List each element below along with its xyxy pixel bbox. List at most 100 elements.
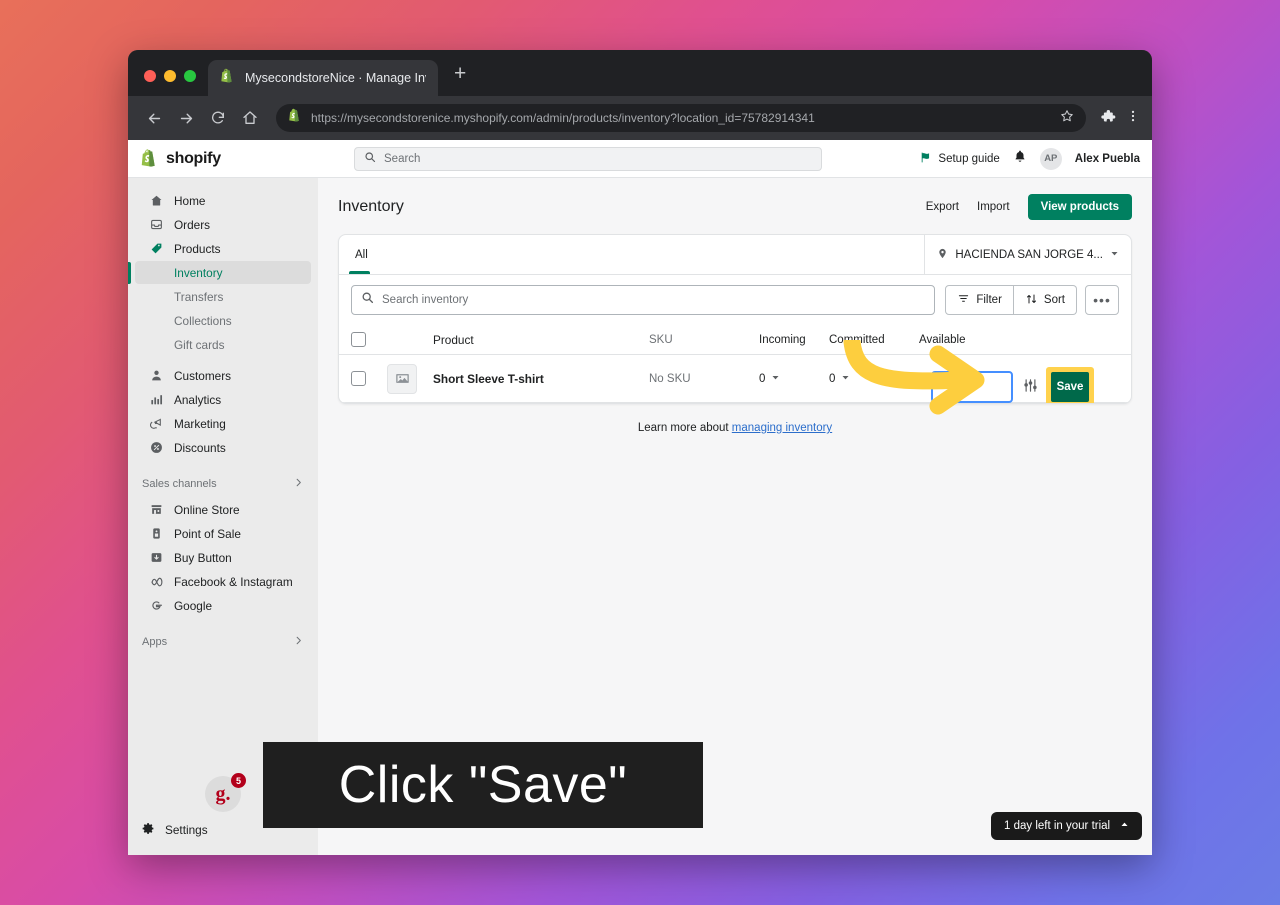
export-button[interactable]: Export (926, 201, 959, 213)
map-pin-icon (937, 247, 948, 263)
sidebar-section-apps[interactable]: Apps (128, 629, 318, 655)
kebab-menu-icon[interactable] (1120, 108, 1142, 129)
sidebar-item-google[interactable]: Google (135, 594, 311, 617)
column-header-committed[interactable]: Committed (829, 334, 919, 346)
sidebar-item-analytics[interactable]: Analytics (135, 388, 311, 411)
sidebar-item-inventory[interactable]: Inventory (135, 261, 311, 284)
available-quantity-input[interactable] (931, 371, 1013, 403)
search-icon (364, 150, 376, 168)
avatar[interactable]: AP (1039, 147, 1062, 170)
chevron-down-icon (1110, 249, 1119, 261)
star-icon[interactable] (1060, 109, 1074, 128)
close-window-button[interactable] (144, 70, 156, 82)
filter-label: Filter (976, 294, 1002, 306)
trial-banner[interactable]: 1 day left in your trial (991, 812, 1143, 840)
column-header-incoming[interactable]: Incoming (759, 334, 829, 346)
table-row: Short Sleeve T-shirt No SKU 0 0 Save (339, 355, 1131, 403)
brand-wordmark: shopify (166, 149, 221, 167)
home-icon (149, 194, 164, 207)
managing-inventory-link[interactable]: managing inventory (732, 422, 832, 434)
sliders-icon[interactable] (1023, 378, 1038, 398)
save-button[interactable]: Save (1051, 372, 1089, 402)
chevron-down-icon (841, 373, 850, 385)
pos-icon (149, 527, 164, 540)
sort-button[interactable]: Sort (1013, 285, 1077, 315)
page-title: Inventory (338, 198, 404, 215)
bar-chart-icon (149, 393, 164, 406)
sidebar-item-orders[interactable]: Orders (135, 213, 311, 236)
location-selector[interactable]: HACIENDA SAN JORGE 4... (924, 235, 1131, 274)
sidebar-item-transfers[interactable]: Transfers (135, 285, 311, 308)
meta-icon (149, 575, 164, 588)
sidebar-item-discounts[interactable]: Discounts (135, 436, 311, 459)
image-placeholder-icon (387, 363, 417, 394)
sidebar-item-label: Discounts (174, 440, 226, 455)
filter-button[interactable]: Filter (945, 285, 1014, 315)
sidebar-item-products[interactable]: Products (135, 237, 311, 260)
sidebar-item-buy-button[interactable]: Buy Button (135, 546, 311, 569)
gear-icon (142, 822, 155, 838)
store-avatar[interactable]: g. 5 (205, 773, 246, 812)
instruction-caption-text: Click "Save" (338, 756, 628, 814)
page-actions: Export Import View products (926, 194, 1132, 220)
trial-text: 1 day left in your trial (1004, 820, 1111, 832)
sidebar-item-home[interactable]: Home (135, 189, 311, 212)
tab-all[interactable]: All (339, 235, 380, 274)
row-checkbox-cell (351, 371, 387, 386)
store-avatar-letter: g. (215, 782, 231, 805)
import-button[interactable]: Import (977, 201, 1010, 213)
puzzle-icon[interactable] (1094, 108, 1120, 129)
back-arrow-icon[interactable] (138, 102, 170, 134)
sidebar-item-label: Analytics (174, 392, 222, 407)
sidebar-section-sales-channels[interactable]: Sales channels (128, 471, 318, 497)
view-products-button[interactable]: View products (1027, 194, 1132, 220)
column-header-sku[interactable]: SKU (649, 334, 759, 346)
maximize-window-button[interactable] (184, 70, 196, 82)
sidebar-subitem-label: Collections (174, 313, 232, 328)
reload-icon[interactable] (202, 102, 234, 134)
sidebar-item-gift-cards[interactable]: Gift cards (135, 333, 311, 356)
chevron-right-icon (293, 477, 304, 491)
browser-tab[interactable]: MysecondstoreNice · Manage Inv (208, 60, 438, 96)
product-sku: No SKU (649, 372, 691, 385)
column-header-product[interactable]: Product (433, 333, 649, 347)
learn-more-text: Learn more about managing inventory (338, 422, 1132, 434)
filter-sort-group: Filter Sort (945, 285, 1077, 315)
new-tab-button[interactable]: + (438, 63, 480, 96)
url-text: https://mysecondstorenice.myshopify.com/… (311, 111, 815, 125)
admin-topbar: shopify Search Setup guide AP Alex Puebl… (128, 140, 1152, 178)
more-actions-button[interactable]: ••• (1085, 285, 1119, 315)
bell-icon[interactable] (1013, 149, 1027, 169)
select-all-checkbox-cell (351, 332, 387, 347)
row-checkbox[interactable] (351, 371, 366, 386)
search-input[interactable]: Search inventory (351, 285, 936, 315)
sidebar-item-marketing[interactable]: Marketing (135, 412, 311, 435)
shopify-logo[interactable]: shopify (140, 148, 320, 169)
incoming-stepper[interactable]: 0 (759, 373, 829, 385)
browser-toolbar: https://mysecondstorenice.myshopify.com/… (128, 96, 1152, 140)
chevron-down-icon (771, 373, 780, 385)
sidebar-item-label: Orders (174, 217, 211, 232)
setup-guide-button[interactable]: Setup guide (919, 151, 1000, 167)
sidebar-item-point-of-sale[interactable]: Point of Sale (135, 522, 311, 545)
product-tag-icon (149, 242, 164, 255)
forward-arrow-icon[interactable] (170, 102, 202, 134)
user-name[interactable]: Alex Puebla (1075, 153, 1140, 165)
committed-stepper[interactable]: 0 (829, 373, 919, 385)
home-icon[interactable] (234, 102, 266, 134)
global-search-input[interactable]: Search (354, 146, 822, 171)
address-bar[interactable]: https://mysecondstorenice.myshopify.com/… (276, 104, 1086, 132)
sidebar-item-collections[interactable]: Collections (135, 309, 311, 332)
tab-all-label: All (355, 248, 368, 261)
sidebar-item-online-store[interactable]: Online Store (135, 498, 311, 521)
select-all-checkbox[interactable] (351, 332, 366, 347)
sidebar-item-customers[interactable]: Customers (135, 364, 311, 387)
sidebar-item-facebook-instagram[interactable]: Facebook & Instagram (135, 570, 311, 593)
sidebar-subitem-label: Transfers (174, 289, 224, 304)
shopify-icon (220, 68, 236, 89)
filter-icon (957, 293, 970, 307)
product-name[interactable]: Short Sleeve T-shirt (433, 372, 649, 386)
chevron-right-icon (293, 635, 304, 649)
column-header-available[interactable]: Available (919, 334, 1119, 346)
minimize-window-button[interactable] (164, 70, 176, 82)
